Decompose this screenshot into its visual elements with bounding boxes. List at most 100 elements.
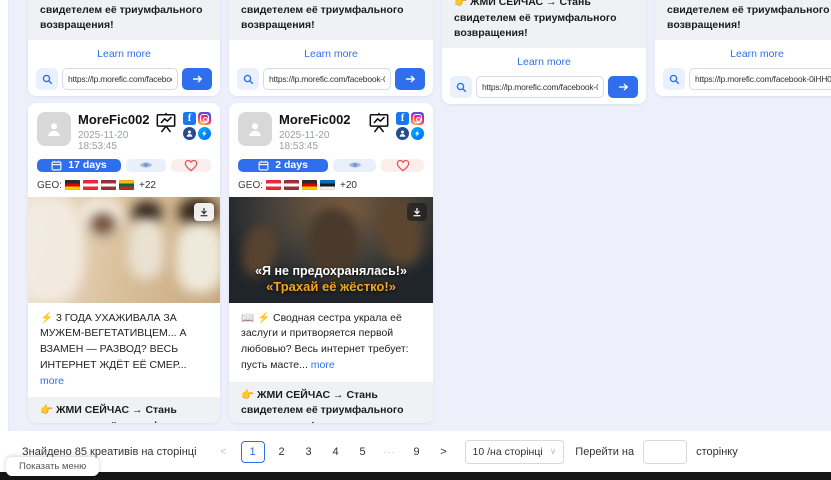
arrow-right-icon: [618, 82, 629, 92]
card-header: MoreFic002 2025-11-20 18:53:45 f: [229, 103, 433, 152]
pagination-bar: Знайдено 85 креативів на сторінці < 1 2 …: [0, 431, 831, 472]
creative-image[interactable]: «Я не предохранялась!» «Трахай её жёстко…: [229, 197, 433, 303]
open-url-button[interactable]: [395, 68, 425, 90]
card-actions: 17 days: [37, 159, 211, 172]
search-button[interactable]: [237, 68, 259, 90]
landing-url-input[interactable]: [62, 68, 178, 90]
goto-page-input[interactable]: [643, 440, 687, 464]
cta-bar: 👉 ЖМИ СЕЙЧАС → Стань свидетелем её триум…: [28, 397, 220, 423]
flag-lithuania-icon: [119, 180, 134, 190]
creative-image[interactable]: [28, 197, 220, 303]
facebook-icon[interactable]: f: [183, 112, 196, 125]
page-button-2[interactable]: 2: [272, 441, 292, 463]
audience-network-icon[interactable]: [183, 127, 196, 140]
pages-ellipsis[interactable]: ···: [380, 441, 400, 463]
overlay-line-1: «Я не предохранялась!»: [229, 264, 433, 280]
shirt-shape-2: [176, 223, 220, 293]
flag-germany-icon: [65, 180, 80, 190]
page-button-4[interactable]: 4: [326, 441, 346, 463]
flag-latvia-icon: [101, 180, 116, 190]
cta-bar: 👉 ЖМИ СЕЙЧАС → Стань свидетелем её триум…: [442, 0, 646, 48]
presentation-chart-icon[interactable]: [155, 112, 177, 133]
landing-url-input[interactable]: [476, 76, 604, 98]
calendar-icon: [258, 160, 269, 171]
geo-row: GEO: +22: [37, 180, 211, 191]
prev-page-button[interactable]: <: [214, 441, 234, 463]
search-icon: [243, 74, 254, 85]
image-text-overlay: «Я не предохранялась!» «Трахай её жёстко…: [229, 264, 433, 296]
page-button-5[interactable]: 5: [353, 441, 373, 463]
flag-austria-icon: [83, 180, 98, 190]
favorite-button[interactable]: [171, 159, 211, 172]
card-header: MoreFic002 2025-11-20 18:53:45 f: [28, 103, 220, 152]
cta-bar: 👉 ЖМИ СЕЙЧАС → Стань свидетелем её триум…: [28, 0, 220, 40]
creative-card-2: MoreFic002 2025-11-20 18:53:45 f 2 days: [229, 103, 433, 423]
page-button-1[interactable]: 1: [241, 441, 265, 463]
person-icon: [45, 120, 63, 138]
placements: f: [396, 112, 424, 140]
eye-icon: [139, 160, 153, 170]
avatar: [37, 112, 71, 146]
url-row: [28, 68, 220, 90]
creative-card-partial-2: 👉 ЖМИ СЕЙЧАС → Стань свидетелем её триум…: [229, 0, 433, 96]
geo-label: GEO:: [37, 180, 62, 191]
facebook-icon[interactable]: f: [396, 112, 409, 125]
page-button-3[interactable]: 3: [299, 441, 319, 463]
days-active-button[interactable]: 2 days: [238, 159, 328, 172]
learn-more-link[interactable]: Learn more: [28, 48, 220, 60]
presentation-chart-icon[interactable]: [368, 112, 390, 133]
landing-url-input[interactable]: [689, 68, 831, 90]
shirt-shape: [128, 219, 164, 279]
page-button-9[interactable]: 9: [407, 441, 427, 463]
more-link[interactable]: more: [40, 375, 64, 387]
days-label: 17 days: [68, 159, 107, 171]
face-shape: [90, 213, 116, 235]
arrow-right-icon: [405, 74, 416, 84]
messenger-icon[interactable]: [198, 127, 211, 140]
search-icon: [42, 74, 53, 85]
more-link[interactable]: more: [311, 359, 335, 371]
creative-card-partial-1: 👉 ЖМИ СЕЙЧАС → Стань свидетелем её триум…: [28, 0, 220, 96]
geo-more-count[interactable]: +22: [139, 180, 156, 191]
calendar-icon: [51, 160, 62, 171]
views-button[interactable]: [333, 159, 376, 172]
profile-name[interactable]: MoreFic002: [279, 112, 361, 128]
instagram-icon[interactable]: [198, 112, 211, 125]
geo-more-count[interactable]: +20: [340, 180, 357, 191]
learn-more-link[interactable]: Learn more: [442, 56, 646, 68]
person-icon: [246, 120, 264, 138]
download-creative-button[interactable]: [194, 203, 214, 221]
views-button[interactable]: [126, 159, 166, 172]
profile-name[interactable]: MoreFic002: [78, 112, 148, 128]
overlay-line-2: «Трахай её жёстко!»: [229, 279, 433, 295]
cta-bar: 👉 ЖМИ СЕЙЧАС → Стань свидетелем её триум…: [229, 382, 433, 423]
ad-body: ⚡ 3 ГОДА УХАЖИВАЛА ЗА МУЖЕМ-ВЕГЕТАТИВЦЕМ…: [40, 312, 187, 371]
search-button[interactable]: [450, 76, 472, 98]
messenger-icon[interactable]: [411, 127, 424, 140]
learn-more-link[interactable]: Learn more: [229, 48, 433, 60]
favorite-button[interactable]: [381, 159, 424, 172]
open-url-button[interactable]: [182, 68, 212, 90]
creative-card-partial-3: ИНТЕРНЕТ ЖДЁТ ЕЁ СМЕР ... more 👉 ЖМИ СЕЙ…: [442, 0, 646, 104]
page-size-select[interactable]: 10 /на сторінці ∨: [465, 440, 565, 464]
search-button[interactable]: [36, 68, 58, 90]
days-label: 2 days: [275, 159, 308, 171]
download-creative-button[interactable]: [407, 203, 427, 221]
landing-url-input[interactable]: [263, 68, 391, 90]
search-icon: [456, 82, 467, 93]
instagram-icon[interactable]: [411, 112, 424, 125]
next-page-button[interactable]: >: [434, 441, 454, 463]
audience-network-icon[interactable]: [396, 127, 409, 140]
learn-more-link[interactable]: Learn more: [655, 48, 831, 60]
card-actions: 2 days: [238, 159, 424, 172]
show-menu-button[interactable]: Показать меню: [6, 457, 99, 476]
url-row: [655, 68, 831, 90]
open-url-button[interactable]: [608, 76, 638, 98]
geo-label: GEO:: [238, 180, 263, 191]
collapsed-sidebar-strip: [0, 0, 9, 472]
search-button[interactable]: [663, 68, 685, 90]
url-row: [442, 76, 646, 98]
search-icon: [669, 74, 680, 85]
days-active-button[interactable]: 17 days: [37, 159, 121, 172]
ad-body-text: ⚡ 3 ГОДА УХАЖИВАЛА ЗА МУЖЕМ-ВЕГЕТАТИВЦЕМ…: [28, 303, 220, 398]
